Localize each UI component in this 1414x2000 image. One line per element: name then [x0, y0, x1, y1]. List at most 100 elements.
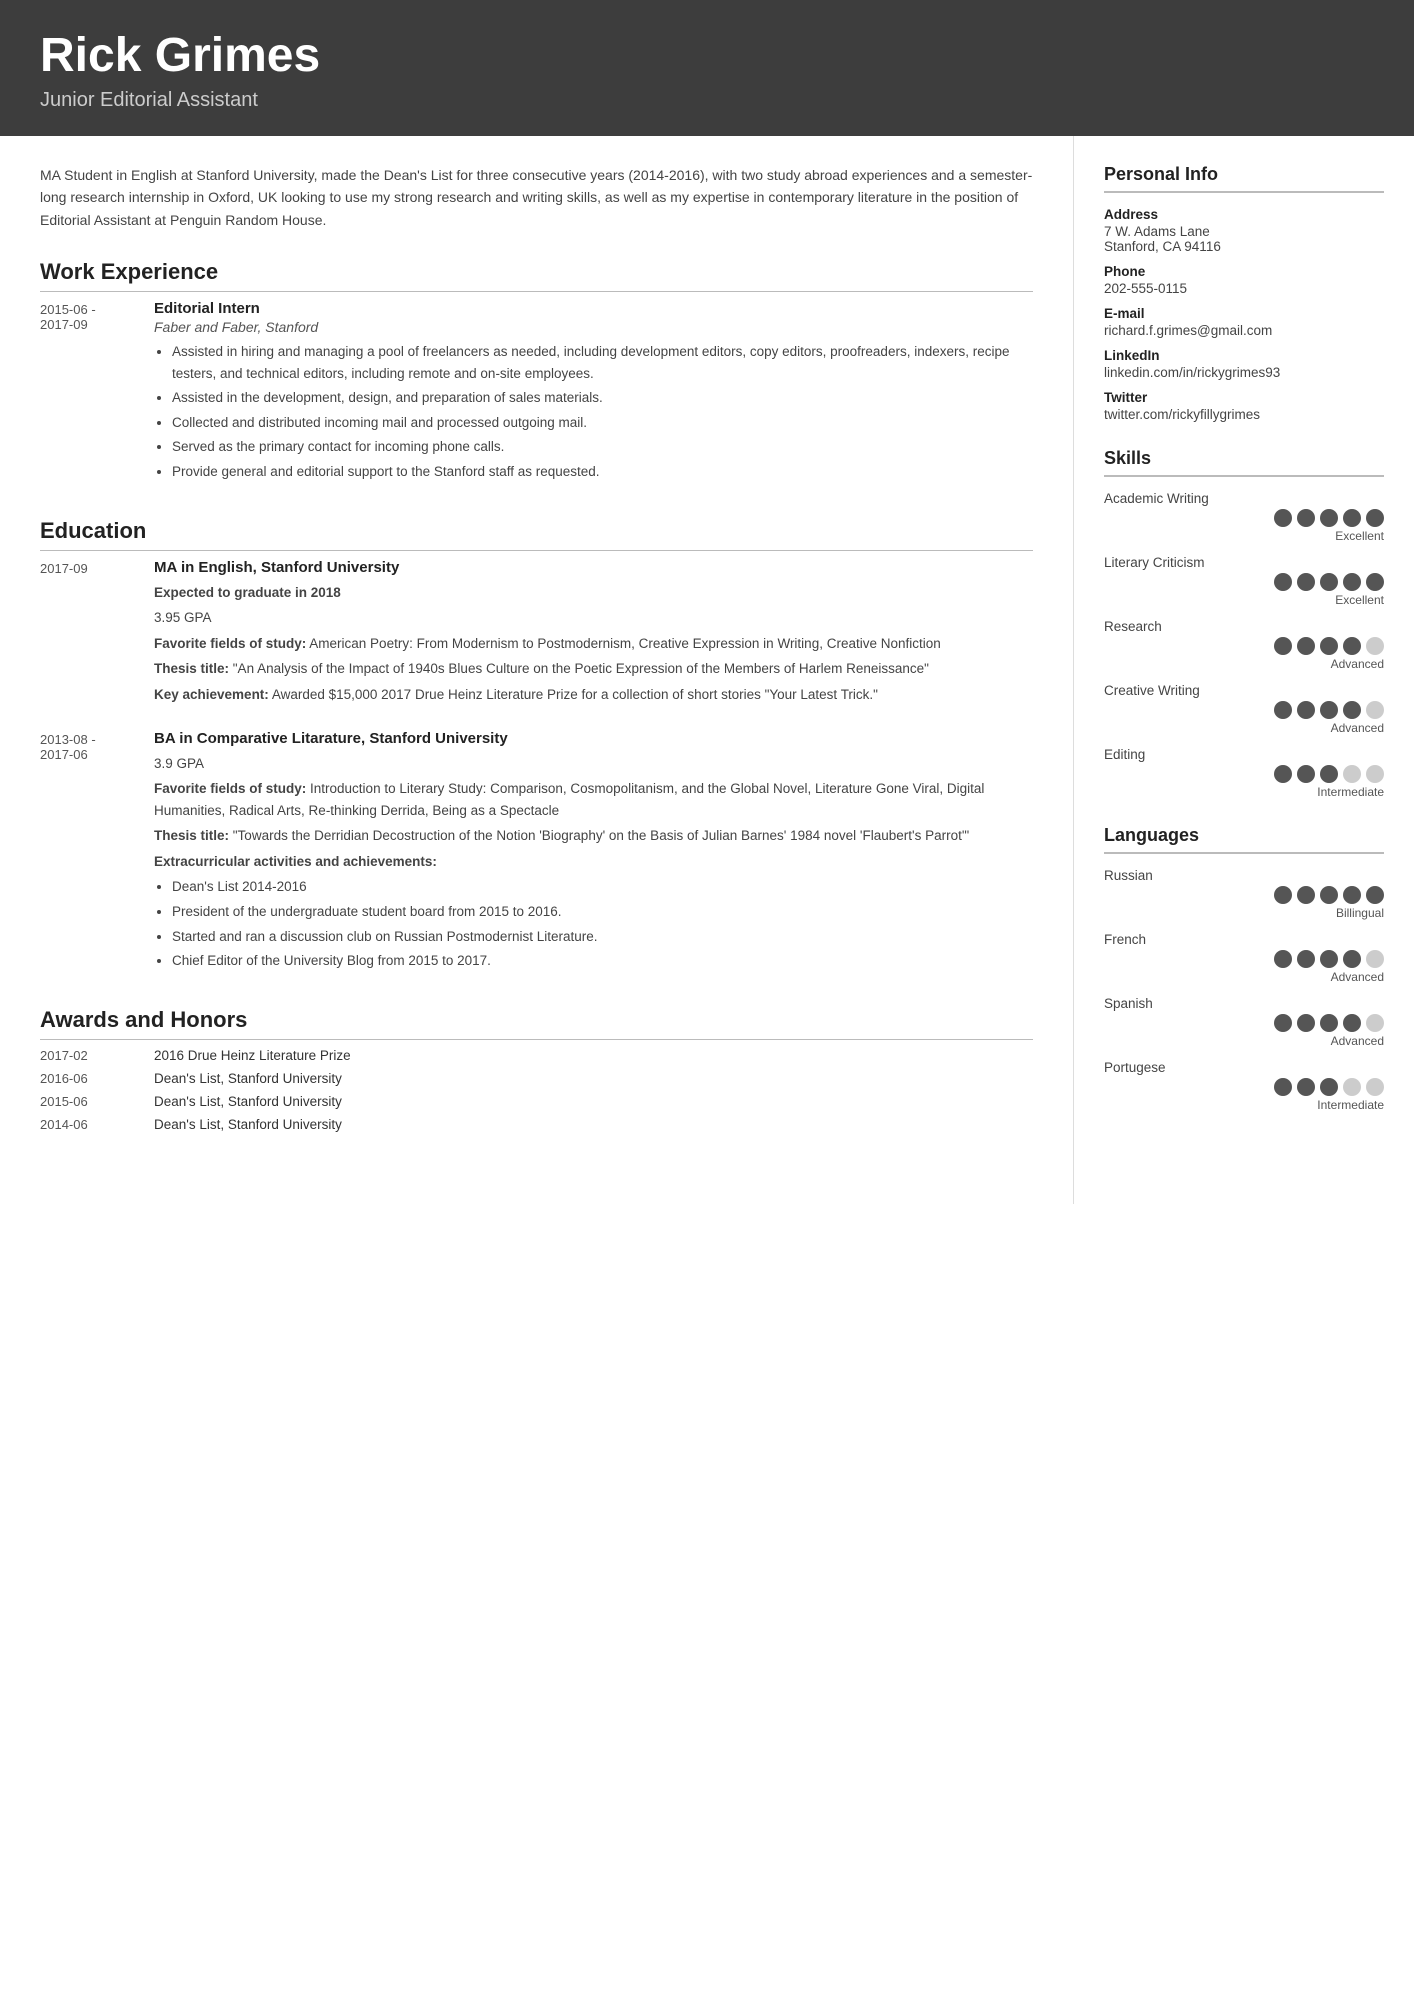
edu-body-2: 3.9 GPA Favorite fields of study: Introd… [154, 753, 1033, 972]
skill-name-3: Research [1104, 619, 1384, 634]
lang-rating-4: Intermediate [1104, 1078, 1384, 1112]
dot-empty [1366, 765, 1384, 783]
skill-editing: Editing Intermediate [1104, 747, 1384, 799]
edu-date-1: 2017-09 [40, 559, 130, 706]
lang-level-3: Advanced [1331, 1034, 1384, 1048]
work-date-1: 2015-06 -2017-09 [40, 300, 130, 486]
skill-dots-1 [1274, 509, 1384, 527]
dot [1274, 509, 1292, 527]
work-bullet-5: Provide general and editorial support to… [172, 461, 1033, 483]
edu-extra-2: President of the undergraduate student b… [172, 901, 1033, 923]
lang-level-4: Intermediate [1317, 1098, 1384, 1112]
award-name-4: Dean's List, Stanford University [154, 1117, 342, 1132]
email-value: richard.f.grimes@gmail.com [1104, 323, 1384, 338]
dot [1274, 573, 1292, 591]
dot [1320, 573, 1338, 591]
lang-rating-3: Advanced [1104, 1014, 1384, 1048]
skill-level-1: Excellent [1335, 529, 1384, 543]
skill-level-2: Excellent [1335, 593, 1384, 607]
dot [1274, 1014, 1292, 1032]
lang-dots-1 [1274, 886, 1384, 904]
lang-name-4: Portugese [1104, 1060, 1384, 1075]
edu-extra-4: Chief Editor of the University Blog from… [172, 950, 1033, 972]
dot [1343, 509, 1361, 527]
address-field: Address 7 W. Adams LaneStanford, CA 9411… [1104, 207, 1384, 254]
dot [1366, 886, 1384, 904]
lang-level-1: Billingual [1336, 906, 1384, 920]
dot [1320, 886, 1338, 904]
email-field: E-mail richard.f.grimes@gmail.com [1104, 306, 1384, 338]
award-name-2: Dean's List, Stanford University [154, 1071, 342, 1086]
phone-value: 202-555-0115 [1104, 281, 1384, 296]
dot [1297, 509, 1315, 527]
edu-thesis-2: Thesis title: "Towards the Derridian Dec… [154, 825, 1033, 847]
skill-research: Research Advanced [1104, 619, 1384, 671]
lang-dots-3 [1274, 1014, 1384, 1032]
skill-name-4: Creative Writing [1104, 683, 1384, 698]
dot [1297, 701, 1315, 719]
summary-text: MA Student in English at Stanford Univer… [40, 164, 1033, 231]
skill-rating-3: Advanced [1104, 637, 1384, 671]
lang-rating-1: Billingual [1104, 886, 1384, 920]
personal-info-title: Personal Info [1104, 164, 1384, 193]
dot [1274, 1078, 1292, 1096]
lang-spanish: Spanish Advanced [1104, 996, 1384, 1048]
dot [1343, 573, 1361, 591]
lang-dots-4 [1274, 1078, 1384, 1096]
dot [1343, 637, 1361, 655]
edu-body-1: Expected to graduate in 2018 3.95 GPA Fa… [154, 582, 1033, 706]
skill-level-5: Intermediate [1317, 785, 1384, 799]
linkedin-value: linkedin.com/in/rickygrimes93 [1104, 365, 1384, 380]
dot [1366, 509, 1384, 527]
dot [1274, 701, 1292, 719]
edu-achievement-1: Key achievement: Awarded $15,000 2017 Dr… [154, 684, 1033, 706]
dot [1320, 701, 1338, 719]
phone-field: Phone 202-555-0115 [1104, 264, 1384, 296]
left-column: MA Student in English at Stanford Univer… [0, 136, 1074, 1204]
dot [1343, 950, 1361, 968]
skill-dots-4 [1274, 701, 1384, 719]
twitter-value: twitter.com/rickyfillygrimes [1104, 407, 1384, 422]
dot [1274, 765, 1292, 783]
education-title: Education [40, 518, 1033, 551]
edu-content-2: BA in Comparative Litarature, Stanford U… [154, 730, 1033, 975]
dot [1274, 950, 1292, 968]
dot [1320, 637, 1338, 655]
edu-entry-2: 2013-08 -2017-06 BA in Comparative Litar… [40, 730, 1033, 975]
awards-title: Awards and Honors [40, 1007, 1033, 1040]
work-experience-title: Work Experience [40, 259, 1033, 292]
linkedin-label: LinkedIn [1104, 348, 1384, 363]
skill-level-3: Advanced [1331, 657, 1384, 671]
dot [1320, 950, 1338, 968]
skill-creative-writing: Creative Writing Advanced [1104, 683, 1384, 735]
edu-date-2: 2013-08 -2017-06 [40, 730, 130, 975]
skill-dots-3 [1274, 637, 1384, 655]
award-date-3: 2015-06 [40, 1094, 130, 1109]
award-date-1: 2017-02 [40, 1048, 130, 1063]
skill-name-5: Editing [1104, 747, 1384, 762]
dot-empty [1366, 701, 1384, 719]
dot [1274, 637, 1292, 655]
dot [1297, 950, 1315, 968]
edu-gpa-1: 3.95 GPA [154, 607, 1033, 629]
lang-portugese: Portugese Intermediate [1104, 1060, 1384, 1112]
dot [1366, 573, 1384, 591]
phone-label: Phone [1104, 264, 1384, 279]
dot-empty [1366, 1078, 1384, 1096]
award-4: 2014-06 Dean's List, Stanford University [40, 1117, 1033, 1132]
lang-name-3: Spanish [1104, 996, 1384, 1011]
edu-extra-1: Dean's List 2014-2016 [172, 876, 1033, 898]
education-section: Education 2017-09 MA in English, Stanfor… [40, 518, 1033, 975]
award-name-1: 2016 Drue Heinz Literature Prize [154, 1048, 351, 1063]
edu-gpa-2: 3.9 GPA [154, 753, 1033, 775]
personal-info-section: Personal Info Address 7 W. Adams LaneSta… [1104, 164, 1384, 422]
address-value: 7 W. Adams LaneStanford, CA 94116 [1104, 224, 1384, 254]
linkedin-field: LinkedIn linkedin.com/in/rickygrimes93 [1104, 348, 1384, 380]
skill-rating-1: Excellent [1104, 509, 1384, 543]
candidate-name: Rick Grimes [40, 30, 1374, 83]
dot [1343, 1014, 1361, 1032]
edu-title-1: MA in English, Stanford University [154, 559, 1033, 576]
work-bullet-3: Collected and distributed incoming mail … [172, 412, 1033, 434]
skill-dots-5 [1274, 765, 1384, 783]
skill-academic-writing: Academic Writing Excellent [1104, 491, 1384, 543]
